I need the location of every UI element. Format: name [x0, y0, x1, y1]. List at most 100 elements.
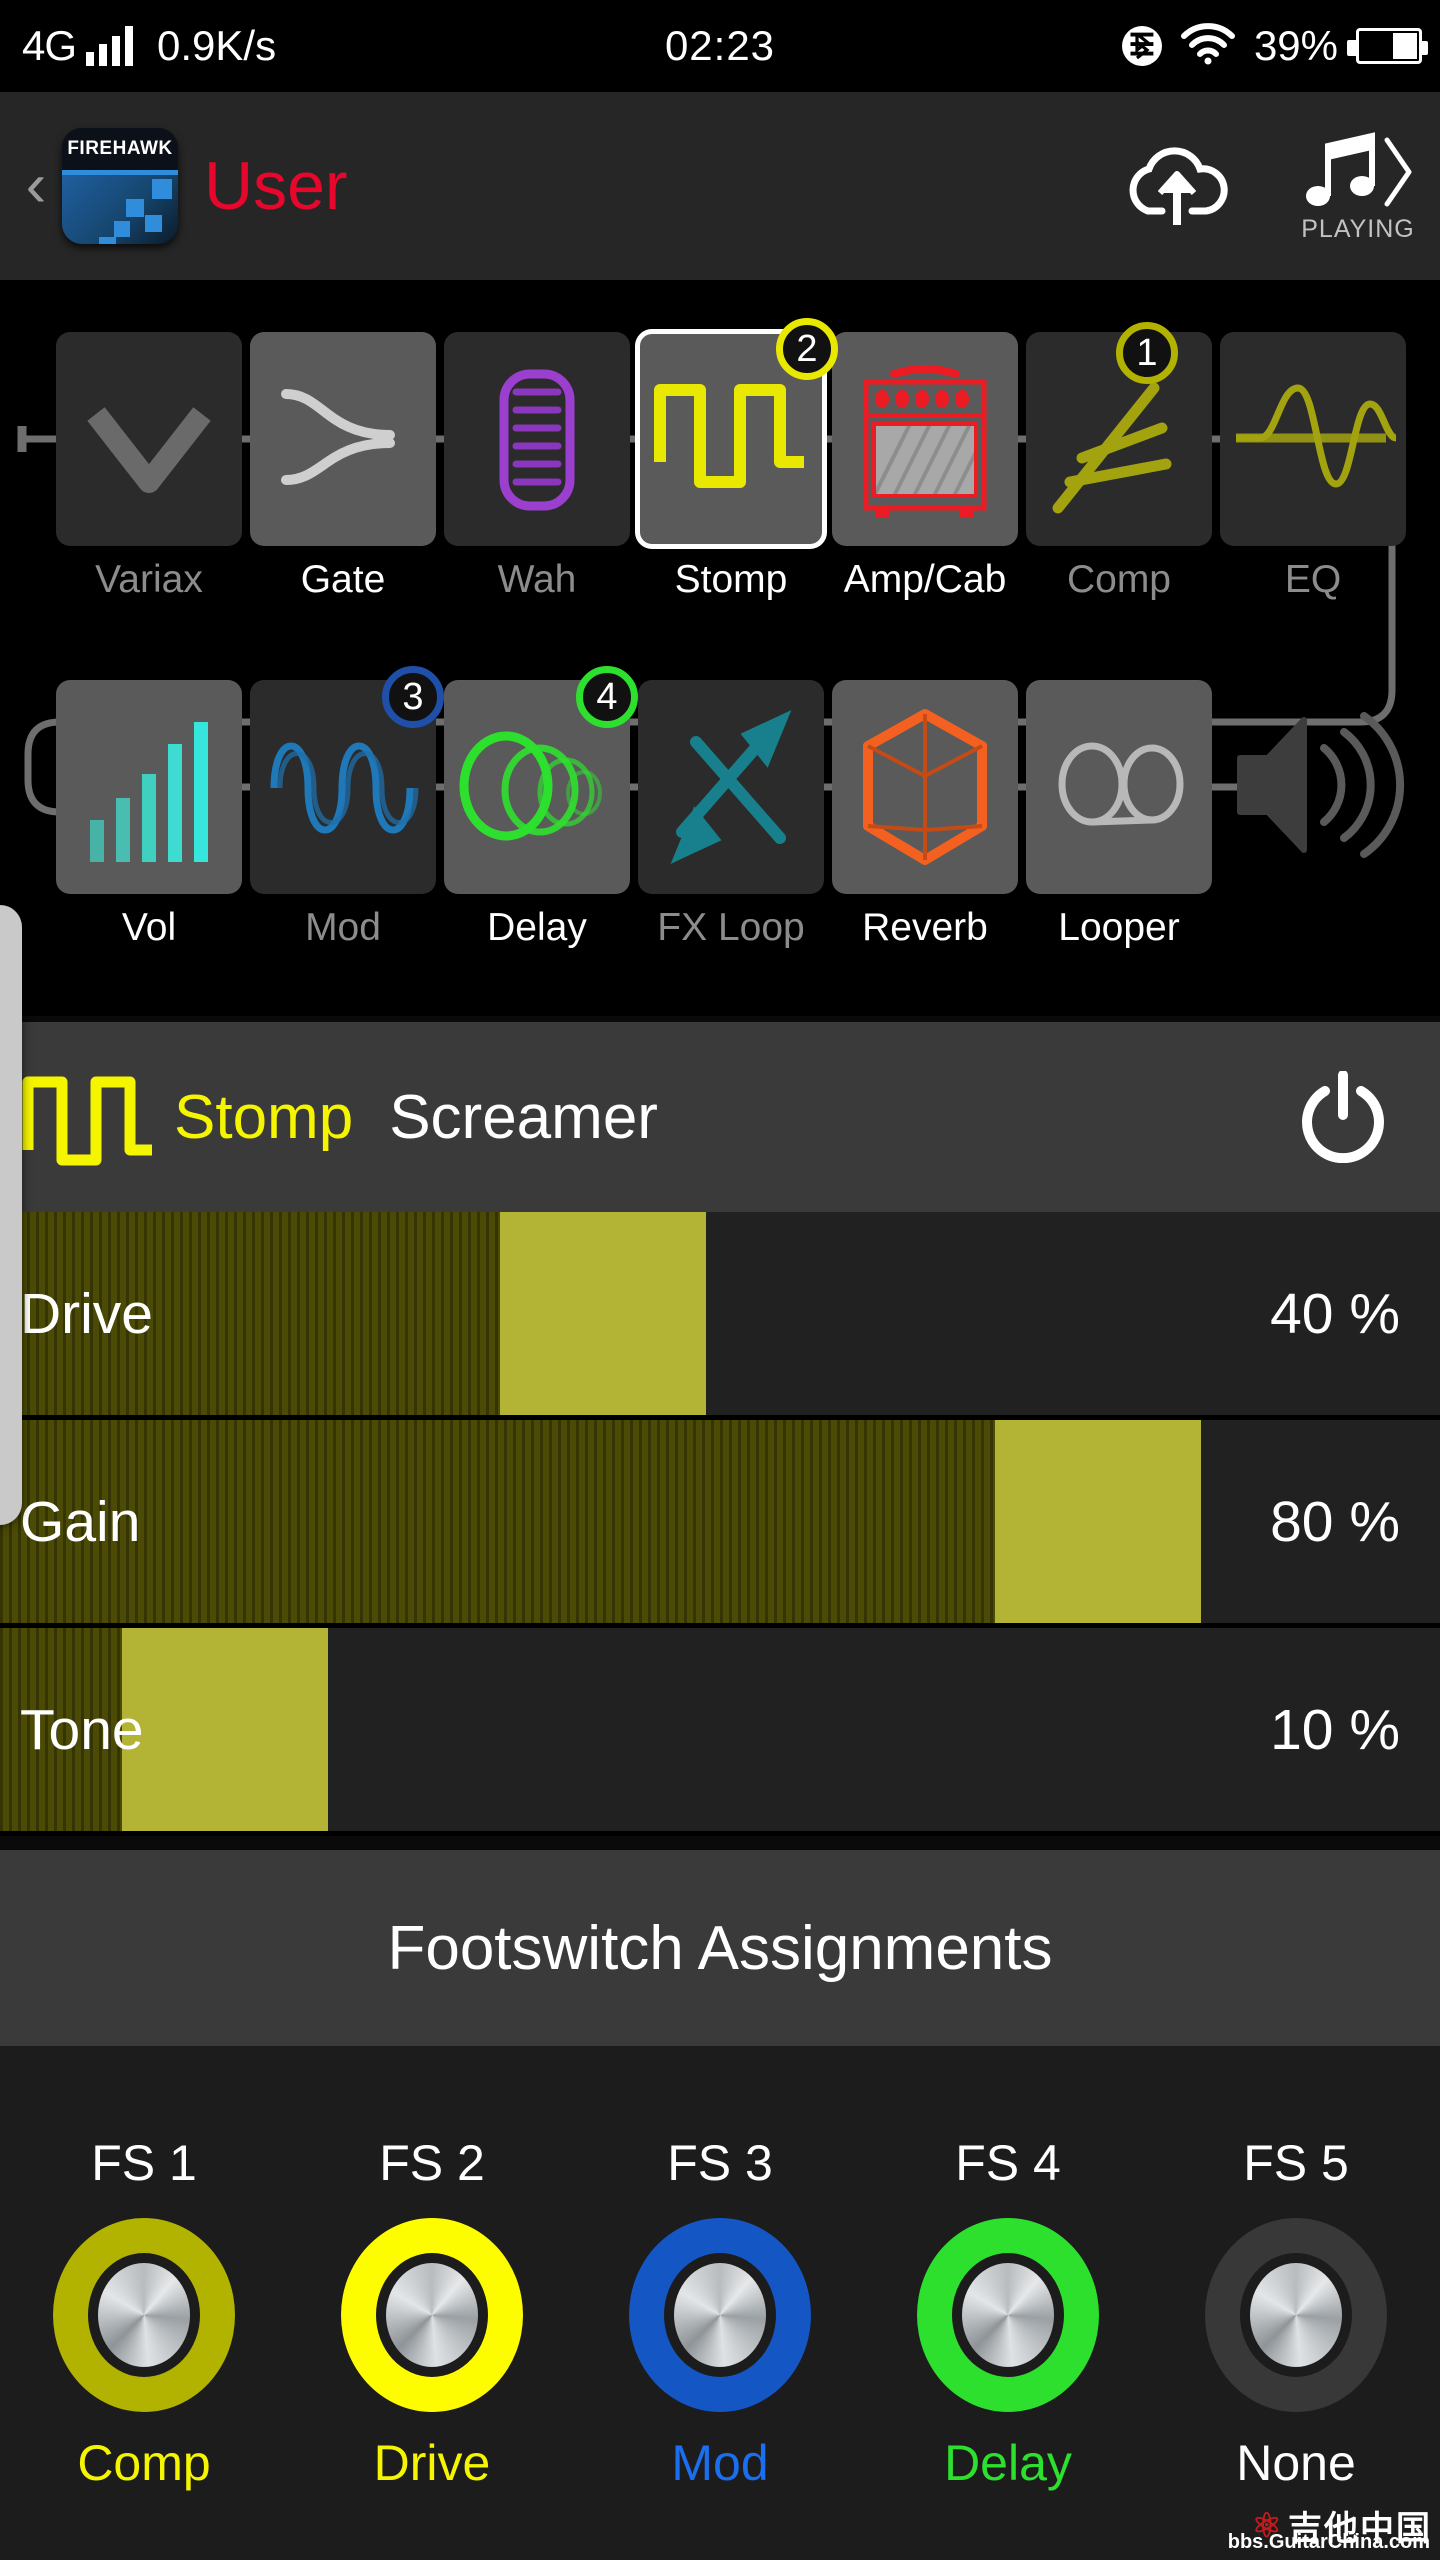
looper-reel-icon — [1058, 742, 1184, 826]
parameter-name-drive: Drive — [20, 1281, 154, 1346]
chain-tile-vol[interactable] — [56, 680, 242, 894]
chain-tile-eq[interactable] — [1220, 332, 1406, 546]
parameter-row-tone[interactable]: Tone 10 % — [0, 1628, 1440, 1836]
parameter-row-drive[interactable]: Drive 40 % — [0, 1212, 1440, 1420]
chain-label-variax: Variax — [95, 558, 203, 601]
chain-slot-eq[interactable]: EQ — [1220, 332, 1406, 602]
chain-slot-mod[interactable]: 3 Mod — [250, 666, 444, 950]
chain-slot-stomp[interactable]: 2 Stomp — [635, 318, 838, 602]
chain-badge-stomp: 2 — [776, 318, 838, 380]
footswitch-assignment-fs3: Mod — [671, 2435, 769, 2491]
status-bar: 4G 0.9K/s 02:23 ☰ 39% — [0, 0, 1440, 92]
chain-label-wah: Wah — [497, 558, 577, 601]
eq-icon — [1236, 384, 1398, 488]
chain-slot-comp[interactable]: 1 Comp — [1026, 322, 1212, 602]
wah-icon — [499, 369, 575, 511]
parameter-row-gain[interactable]: Gain 80 % — [0, 1420, 1440, 1628]
vertical-scroll-handle[interactable] — [0, 905, 22, 1525]
chain-output — [1220, 680, 1410, 950]
footswitch-fs1[interactable]: FS 1 Comp — [0, 2134, 288, 2492]
playing-status-label: PLAYING — [1301, 215, 1415, 243]
parameter-thumb-tone[interactable] — [122, 1628, 328, 1831]
chain-label-vol: Vol — [121, 906, 177, 949]
footswitch-number-fs2: FS 2 — [379, 2135, 485, 2191]
chain-slot-wah[interactable]: Wah — [444, 332, 630, 602]
bluetooth-icon: ☰ — [1121, 26, 1162, 66]
power-toggle-button[interactable] — [1300, 1070, 1386, 1164]
parameter-value-tone: 10 % — [1270, 1697, 1400, 1762]
footswitch-knob-fs4[interactable] — [917, 2218, 1099, 2412]
chain-tile-fxloop[interactable] — [638, 680, 824, 894]
footswitch-knob-fs1[interactable] — [53, 2218, 235, 2412]
chain-tile-looper[interactable] — [1026, 680, 1212, 894]
signal-chain-row-2: Vol 3 Mod 4 Delay FX Loop Reverb Looper — [0, 666, 1440, 950]
watermark-url: bbs.GuitarChina.com — [1227, 2531, 1430, 2553]
chain-label-gate: Gate — [300, 558, 386, 601]
wifi-icon — [1180, 22, 1236, 70]
chain-label-looper: Looper — [1058, 906, 1180, 949]
chain-tile-reverb[interactable] — [832, 680, 1018, 894]
parameter-name-tone: Tone — [20, 1697, 144, 1762]
footswitch-fs4[interactable]: FS 4 Delay — [864, 2134, 1152, 2492]
volume-bars-icon — [90, 722, 208, 862]
footswitch-number-fs5: FS 5 — [1243, 2135, 1349, 2191]
chain-label-comp: Comp — [1066, 558, 1172, 601]
now-playing-button[interactable]: PLAYING — [1294, 130, 1422, 243]
footswitch-assignment-fs2: Drive — [373, 2435, 491, 2491]
chain-slot-delay[interactable]: 4 Delay — [444, 666, 638, 950]
footswitch-knob-fs3[interactable] — [629, 2218, 811, 2412]
footswitch-knob-fs2[interactable] — [341, 2218, 523, 2412]
chain-slot-gate[interactable]: Gate — [250, 332, 436, 602]
power-icon — [1302, 1070, 1384, 1164]
chain-slot-reverb[interactable]: Reverb — [832, 680, 1018, 950]
chain-label-stomp: Stomp — [674, 558, 788, 601]
effect-block-name: Stomp — [174, 1082, 354, 1152]
chain-tile-gate[interactable] — [250, 332, 436, 546]
parameter-list: Drive 40 % Gain 80 % Tone 10 % — [0, 1212, 1440, 1836]
parameter-thumb-gain[interactable] — [995, 1420, 1201, 1623]
footswitch-knob-fs5[interactable] — [1205, 2218, 1387, 2412]
footswitch-row: FS 1 Comp FS 2 Drive FS 3 Mod FS 4 Delay… — [0, 2046, 1440, 2492]
status-bar-right: ☰ 39% — [1121, 22, 1428, 70]
chain-slot-variax[interactable]: Variax — [56, 332, 242, 602]
app-logo-icon: FIREHAWK — [62, 128, 178, 244]
effect-model-name: Screamer — [389, 1082, 658, 1152]
footswitch-fs2[interactable]: FS 2 Drive — [288, 2134, 576, 2492]
app-header-actions: PLAYING — [1118, 130, 1422, 243]
cloud-upload-icon[interactable] — [1118, 141, 1236, 231]
chain-label-fxloop: FX Loop — [657, 906, 805, 949]
chain-tile-mod[interactable]: 3 — [250, 666, 444, 894]
battery-percent-label: 39% — [1253, 22, 1338, 69]
chain-label-ampcab: Amp/Cab — [843, 558, 1007, 601]
chain-slot-fxloop[interactable]: FX Loop — [638, 680, 824, 950]
chain-label-delay: Delay — [487, 906, 587, 949]
page-title: User — [204, 148, 348, 224]
parameter-fill-gain — [0, 1420, 995, 1623]
reverb-cube-icon — [863, 709, 987, 865]
back-button[interactable]: ‹ — [10, 155, 62, 217]
signal-chain-row-1: Variax Gate Wah 2 Stomp Amp/Cab 1 Comp E… — [0, 318, 1440, 602]
chain-tile-comp[interactable]: 1 — [1026, 322, 1212, 546]
footswitch-cap-fs2 — [386, 2263, 478, 2367]
footswitch-cap-fs5 — [1250, 2263, 1342, 2367]
footswitch-cap-fs1 — [98, 2263, 190, 2367]
chain-tile-delay[interactable]: 4 — [444, 666, 638, 894]
footswitch-number-fs4: FS 4 — [955, 2135, 1061, 2191]
chain-tile-variax[interactable] — [56, 332, 242, 546]
chain-slot-vol[interactable]: Vol — [56, 680, 242, 950]
chain-badge-mod: 3 — [382, 666, 444, 728]
watermark: ⚛ 吉他中国 bbs.GuitarChina.com — [1228, 2501, 1432, 2554]
footswitch-section-header: Footswitch Assignments — [0, 1850, 1440, 2046]
chain-tile-wah[interactable] — [444, 332, 630, 546]
chain-slot-ampcab[interactable]: Amp/Cab — [832, 332, 1018, 602]
chain-badge-delay: 4 — [576, 666, 638, 728]
chain-label-mod: Mod — [305, 906, 381, 949]
parameter-value-gain: 80 % — [1270, 1489, 1400, 1554]
chain-slot-looper[interactable]: Looper — [1026, 680, 1212, 950]
footswitch-fs5[interactable]: FS 5 None — [1152, 2134, 1440, 2492]
chain-tile-ampcab[interactable] — [832, 332, 1018, 546]
parameter-thumb-drive[interactable] — [500, 1212, 706, 1415]
footswitch-section-title: Footswitch Assignments — [387, 1913, 1053, 1983]
chain-tile-stomp[interactable]: 2 — [635, 318, 838, 549]
footswitch-fs3[interactable]: FS 3 Mod — [576, 2134, 864, 2492]
